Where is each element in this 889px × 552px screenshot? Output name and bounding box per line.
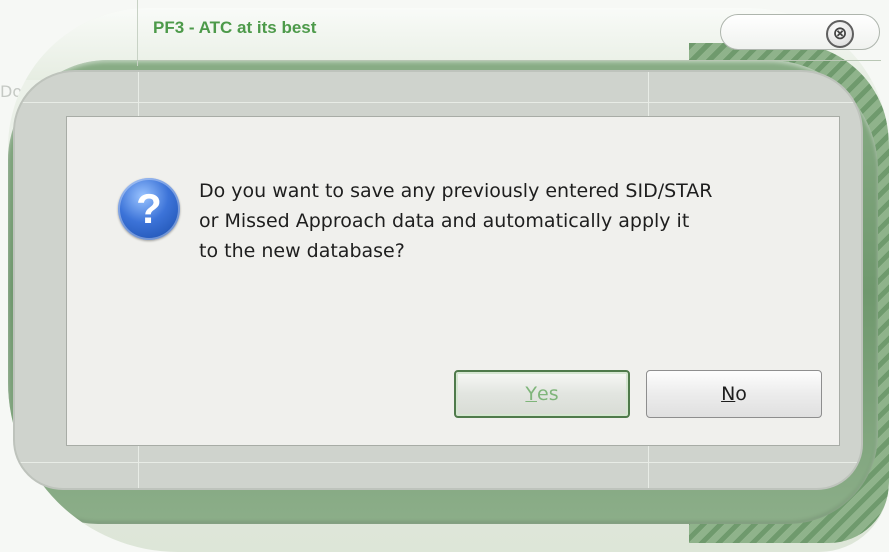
title-bar[interactable]: PF3 - ATC at its best ⊗ xyxy=(0,0,881,66)
message-line: Do you want to save any previously enter… xyxy=(199,180,713,202)
message-line: to the new database? xyxy=(199,240,405,262)
close-button[interactable]: ⊗ xyxy=(826,20,854,48)
yes-mnemonic: Y xyxy=(525,383,537,405)
yes-label-rest: es xyxy=(537,383,559,405)
question-icon: ? xyxy=(118,178,180,240)
title-separator xyxy=(137,60,881,61)
window-title: PF3 - ATC at its best xyxy=(153,18,317,37)
title-divider xyxy=(137,0,138,66)
no-button[interactable]: No xyxy=(646,370,822,418)
no-label-rest: o xyxy=(735,383,747,405)
close-pill xyxy=(720,14,880,50)
frame-divider-top xyxy=(15,102,861,103)
message-line: or Missed Approach data and automaticall… xyxy=(199,210,690,232)
frame-divider-bottom xyxy=(15,462,861,463)
question-glyph: ? xyxy=(136,185,162,232)
yes-button[interactable]: Yes xyxy=(454,370,630,418)
no-mnemonic: N xyxy=(721,383,736,405)
dialog-message: Do you want to save any previously enter… xyxy=(199,176,809,266)
close-icon: ⊗ xyxy=(832,23,848,44)
